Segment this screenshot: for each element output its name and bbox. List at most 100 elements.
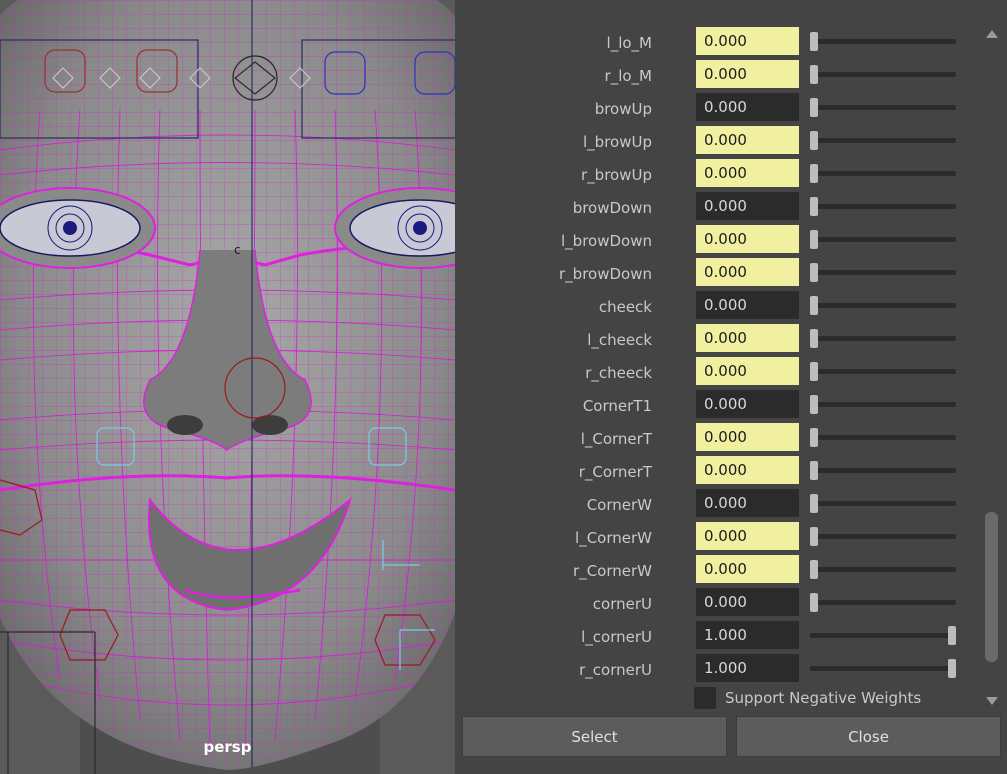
- slider-thumb[interactable]: [810, 197, 818, 216]
- attribute-value-field[interactable]: [696, 291, 799, 319]
- scrollbar-thumb[interactable]: [985, 512, 998, 662]
- attribute-value-field[interactable]: [696, 126, 799, 154]
- slider-track: [810, 600, 956, 605]
- attribute-label: l_CornerT: [580, 430, 652, 448]
- attribute-row: cheeck: [468, 289, 980, 322]
- viewport-persp[interactable]: c persp: [0, 0, 455, 774]
- attribute-label: r_CornerW: [573, 562, 652, 580]
- attribute-row: l_browDown: [468, 223, 980, 256]
- slider-track: [810, 39, 956, 44]
- attribute-value-field[interactable]: [696, 159, 799, 187]
- attribute-slider[interactable]: [804, 93, 956, 121]
- attribute-list: l_lo_M r_lo_M browUp l_browUp r_browUp browDo…: [468, 24, 980, 710]
- slider-thumb[interactable]: [810, 329, 818, 348]
- attribute-slider[interactable]: [804, 489, 956, 517]
- attribute-slider[interactable]: [804, 60, 956, 88]
- slider-thumb[interactable]: [810, 131, 818, 150]
- attribute-value-field[interactable]: [696, 192, 799, 220]
- attribute-label: CornerT1: [582, 397, 652, 415]
- attribute-slider[interactable]: [804, 522, 956, 550]
- scroll-down-arrow-icon[interactable]: [986, 697, 998, 705]
- attribute-slider[interactable]: [804, 555, 956, 583]
- slider-track: [810, 336, 956, 341]
- attribute-row: r_cornerU: [468, 652, 980, 685]
- slider-track: [810, 270, 956, 275]
- attribute-row: l_CornerT: [468, 421, 980, 454]
- slider-track: [810, 633, 956, 638]
- slider-thumb[interactable]: [948, 659, 956, 678]
- attribute-value-field[interactable]: [696, 522, 799, 550]
- attribute-slider[interactable]: [804, 456, 956, 484]
- attribute-list-scrollbar[interactable]: [982, 24, 1000, 710]
- attribute-value-field[interactable]: [696, 456, 799, 484]
- slider-thumb[interactable]: [810, 593, 818, 612]
- slider-thumb[interactable]: [810, 164, 818, 183]
- slider-thumb[interactable]: [810, 362, 818, 381]
- attribute-row: r_browDown: [468, 256, 980, 289]
- select-button[interactable]: Select: [462, 716, 727, 757]
- attribute-slider[interactable]: [804, 258, 956, 286]
- attribute-label: browDown: [572, 199, 652, 217]
- slider-track: [810, 303, 956, 308]
- support-negative-weights-checkbox[interactable]: [694, 687, 716, 709]
- attribute-label: r_cornerU: [579, 661, 652, 679]
- attribute-slider[interactable]: [804, 654, 956, 682]
- attribute-value-field[interactable]: [696, 390, 799, 418]
- attribute-value-field[interactable]: [696, 27, 799, 55]
- attribute-slider[interactable]: [804, 423, 956, 451]
- attribute-slider[interactable]: [804, 621, 956, 649]
- attribute-slider[interactable]: [804, 225, 956, 253]
- attribute-slider[interactable]: [804, 291, 956, 319]
- slider-track: [810, 105, 956, 110]
- slider-thumb[interactable]: [810, 65, 818, 84]
- slider-thumb[interactable]: [810, 98, 818, 117]
- attribute-slider[interactable]: [804, 357, 956, 385]
- attribute-label: cornerU: [592, 595, 652, 613]
- attribute-value-field[interactable]: [696, 258, 799, 286]
- attribute-slider[interactable]: [804, 324, 956, 352]
- slider-thumb[interactable]: [810, 32, 818, 51]
- attribute-row: r_CornerT: [468, 454, 980, 487]
- attribute-slider[interactable]: [804, 159, 956, 187]
- attribute-slider[interactable]: [804, 192, 956, 220]
- slider-thumb[interactable]: [810, 230, 818, 249]
- attribute-label: r_CornerT: [578, 463, 652, 481]
- attribute-value-field[interactable]: [696, 654, 799, 682]
- attribute-slider[interactable]: [804, 588, 956, 616]
- slider-thumb[interactable]: [810, 428, 818, 447]
- slider-track: [810, 204, 956, 209]
- slider-track: [810, 567, 956, 572]
- scroll-up-arrow-icon[interactable]: [986, 30, 998, 38]
- attribute-slider[interactable]: [804, 126, 956, 154]
- slider-thumb[interactable]: [810, 461, 818, 480]
- slider-thumb[interactable]: [810, 494, 818, 513]
- slider-thumb[interactable]: [810, 296, 818, 315]
- attribute-value-field[interactable]: [696, 357, 799, 385]
- attribute-value-field[interactable]: [696, 225, 799, 253]
- attribute-slider[interactable]: [804, 390, 956, 418]
- attribute-value-field[interactable]: [696, 423, 799, 451]
- attribute-value-field[interactable]: [696, 588, 799, 616]
- support-negative-weights-row: Support Negative Weights: [468, 685, 980, 710]
- face-rig-mesh: c: [0, 0, 455, 774]
- attribute-slider[interactable]: [804, 27, 956, 55]
- slider-thumb[interactable]: [948, 626, 956, 645]
- slider-track: [810, 402, 956, 407]
- slider-thumb[interactable]: [810, 560, 818, 579]
- slider-thumb[interactable]: [810, 263, 818, 282]
- slider-track: [810, 468, 956, 473]
- attribute-value-field[interactable]: [696, 555, 799, 583]
- svg-text:c: c: [234, 243, 241, 257]
- slider-thumb[interactable]: [810, 395, 818, 414]
- attribute-label: CornerW: [586, 496, 652, 514]
- attribute-row: r_lo_M: [468, 58, 980, 91]
- slider-thumb[interactable]: [810, 527, 818, 546]
- attribute-row: browUp: [468, 91, 980, 124]
- attribute-value-field[interactable]: [696, 489, 799, 517]
- attribute-value-field[interactable]: [696, 324, 799, 352]
- attribute-value-field[interactable]: [696, 93, 799, 121]
- attribute-value-field[interactable]: [696, 60, 799, 88]
- attribute-value-field[interactable]: [696, 621, 799, 649]
- close-button[interactable]: Close: [736, 716, 1001, 757]
- attribute-row: l_lo_M: [468, 25, 980, 58]
